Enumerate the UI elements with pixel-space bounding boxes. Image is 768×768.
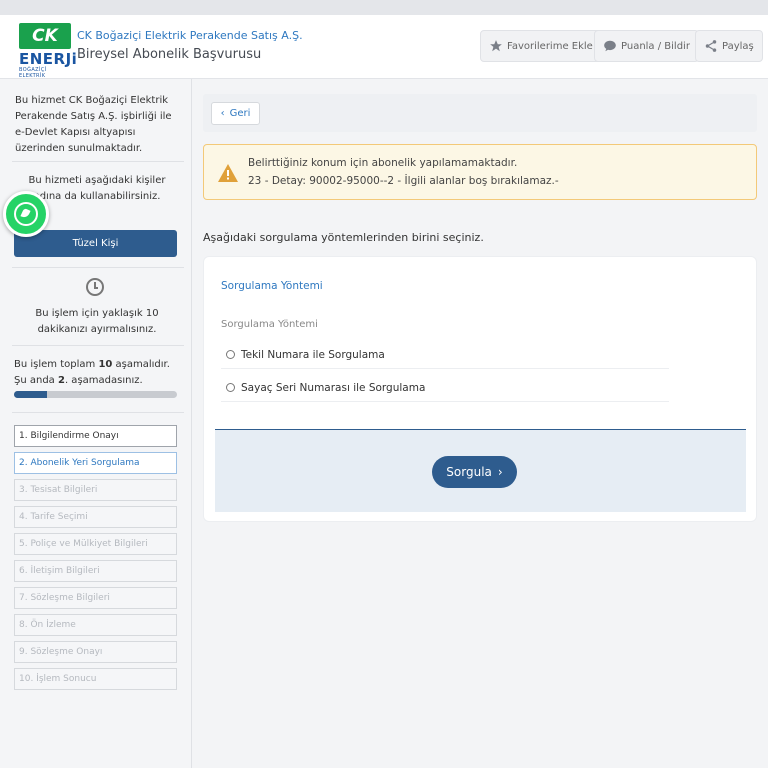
instruction-text: Aşağıdaki sorgulama yöntemlerinden birin…: [203, 231, 484, 244]
radio-option-sayac-seri[interactable]: Sayaç Seri Numarası ile Sorgulama: [221, 374, 669, 402]
sidebar-step: 7. Sözleşme Bilgileri: [14, 587, 177, 609]
radio-option-tekil-numara[interactable]: Tekil Numara ile Sorgulama: [221, 341, 669, 369]
sidebar-divider: [12, 412, 184, 413]
favorite-button[interactable]: Favorilerime Ekle: [480, 30, 602, 62]
warning-triangle-icon: [218, 164, 238, 182]
progress-prefix: Bu işlem toplam: [14, 359, 99, 370]
progress-bar-fill: [14, 391, 47, 398]
sidebar: Bu hizmet CK Boğaziçi Elektrik Perakende…: [0, 79, 192, 768]
whatsapp-icon: [14, 202, 38, 226]
progress-text: Bu işlem toplam 10 aşamalıdır. Şu anda 2…: [14, 357, 180, 389]
card-title: Sorgulama Yöntemi: [221, 280, 323, 292]
sorgula-button[interactable]: Sorgula ›: [432, 456, 517, 488]
progress-total: 10: [98, 359, 113, 370]
radio-label: Tekil Numara ile Sorgulama: [241, 348, 385, 361]
sidebar-step: 10. İşlem Sonucu: [14, 668, 177, 690]
sidebar-divider: [12, 267, 184, 268]
logo-subtitle: BOĞAZİÇİ ELEKTRİK: [19, 67, 47, 79]
logo-mark: CK: [19, 23, 71, 49]
progress-current: 2: [57, 375, 65, 386]
radio-label: Sayaç Seri Numarası ile Sorgulama: [241, 381, 426, 394]
rate-label: Puanla / Bildir: [621, 40, 690, 52]
sidebar-divider: [12, 345, 184, 346]
ck-enerji-logo[interactable]: CK ENERJi BOĞAZİÇİ ELEKTRİK: [19, 23, 78, 79]
chevron-right-icon: ›: [497, 465, 503, 479]
sidebar-step: 6. İletişim Bilgileri: [14, 560, 177, 582]
sidebar-step: 4. Tarife Seçimi: [14, 506, 177, 528]
back-button[interactable]: ‹ Geri: [211, 102, 260, 125]
company-name: CK Boğaziçi Elektrik Perakende Satış A.Ş…: [77, 29, 303, 42]
favorite-label: Favorilerime Ekle: [507, 40, 593, 52]
sidebar-step[interactable]: 2. Abonelik Yeri Sorgulama: [14, 452, 177, 474]
share-button[interactable]: Paylaş: [695, 30, 763, 62]
tuzel-kisi-button[interactable]: Tüzel Kişi: [14, 230, 177, 257]
sidebar-step: 9. Sözleşme Onayı: [14, 641, 177, 663]
speech-bubble-icon: [604, 40, 616, 52]
alert-detail: 23 - Detay: 90002-95000--2 - İlgili alan…: [248, 175, 559, 187]
duration-text: Bu işlem için yaklaşık 10 dakikanızı ayı…: [35, 308, 159, 335]
sidebar-step: 8. Ön İzleme: [14, 614, 177, 636]
logo-word: ENERJi: [19, 50, 78, 68]
browser-top-strip: [0, 0, 768, 15]
clock-icon: [86, 278, 104, 296]
rate-button[interactable]: Puanla / Bildir: [594, 30, 699, 62]
alert-message: Belirttiğiniz konum için abonelik yapıla…: [248, 157, 518, 169]
progress-suffix: . aşamadasınız.: [64, 375, 143, 386]
field-label: Sorgulama Yöntemi: [221, 319, 318, 330]
sidebar-step: 3. Tesisat Bilgileri: [14, 479, 177, 501]
sorgula-label: Sorgula: [446, 465, 492, 479]
service-title: Bireysel Abonelik Başvurusu: [77, 47, 262, 62]
warning-alert: Belirttiğiniz konum için abonelik yapıla…: [203, 144, 757, 200]
radio-button[interactable]: [226, 383, 235, 392]
whatsapp-button[interactable]: [3, 191, 49, 237]
sidebar-divider: [12, 161, 184, 162]
service-intro: Bu hizmet CK Boğaziçi Elektrik Perakende…: [15, 95, 172, 154]
card-footer: Sorgula ›: [215, 429, 746, 512]
share-icon: [705, 40, 717, 52]
star-icon: [490, 40, 502, 52]
sidebar-step: 5. Poliçe ve Mülkiyet Bilgileri: [14, 533, 177, 555]
share-label: Paylaş: [722, 40, 754, 52]
chevron-left-icon: ‹: [220, 108, 225, 119]
progress-bar: [14, 391, 177, 398]
sidebar-step[interactable]: 1. Bilgilendirme Onayı: [14, 425, 177, 447]
radio-button[interactable]: [226, 350, 235, 359]
back-label: Geri: [229, 108, 251, 119]
back-bar: ‹ Geri: [203, 94, 757, 132]
page-header: CK ENERJi BOĞAZİÇİ ELEKTRİK CK Boğaziçi …: [0, 15, 768, 79]
query-method-card: Sorgulama Yöntemi Sorgulama Yöntemi Teki…: [203, 256, 757, 522]
